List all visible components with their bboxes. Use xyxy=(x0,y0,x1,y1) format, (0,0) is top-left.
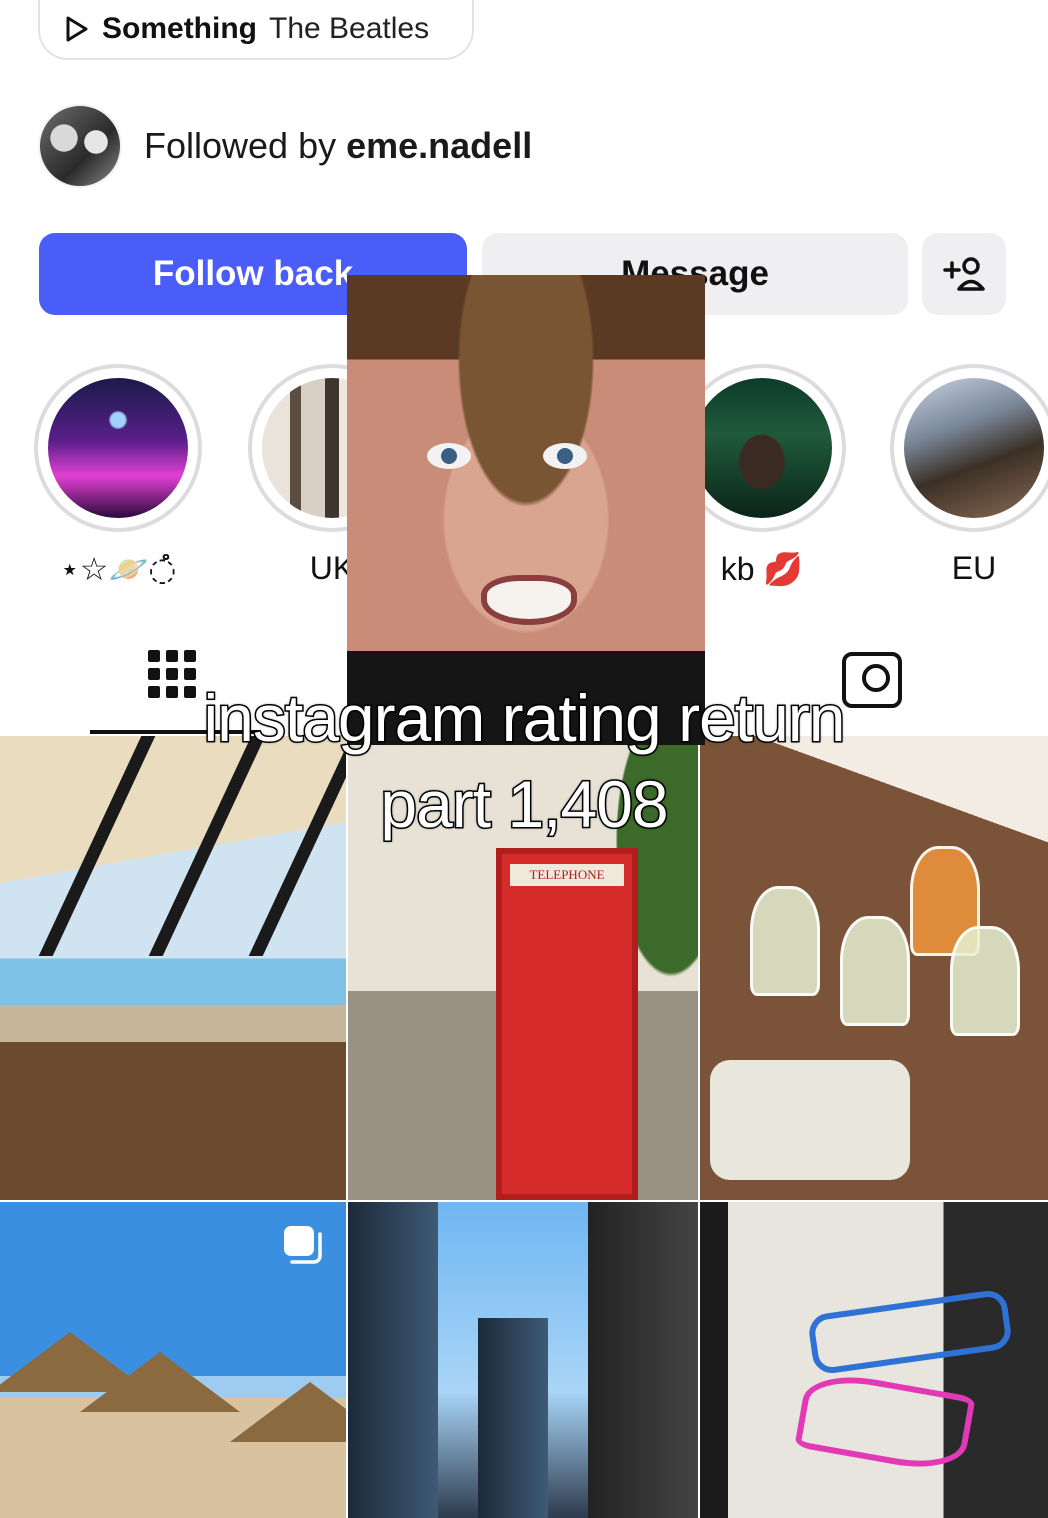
song-artist: The Beatles xyxy=(269,12,430,45)
add-user-icon xyxy=(943,257,985,291)
follower-avatar xyxy=(38,104,122,188)
overlay-caption-line-2: part 1,408 xyxy=(379,766,670,843)
song-title: Something xyxy=(102,12,257,45)
highlight-label-1: ⋆☆🪐◌ໍ xyxy=(59,551,177,587)
follower-username[interactable]: eme.nadell xyxy=(346,125,532,166)
creator-overlay xyxy=(347,275,705,745)
highlight-cover-4 xyxy=(904,378,1044,518)
overlay-caption-line-1: instagram rating return xyxy=(202,680,847,757)
followed-by-prefix: Followed by xyxy=(144,125,347,166)
grid-post-6[interactable] xyxy=(700,1202,1048,1518)
grid-post-5[interactable] xyxy=(348,1202,698,1518)
highlight-label-4: EU xyxy=(951,550,997,586)
highlight-4[interactable]: EU xyxy=(890,364,1048,587)
highlight-1[interactable]: ⋆☆🪐◌ໍ xyxy=(34,364,202,588)
highlight-cover-3 xyxy=(692,378,832,518)
highlight-cover-1 xyxy=(48,378,188,518)
followed-by-row[interactable]: Followed by eme.nadell xyxy=(38,104,532,188)
telephone-booth: TELEPHONE xyxy=(496,848,638,1200)
grid-post-4[interactable] xyxy=(0,1202,346,1518)
carousel-icon xyxy=(284,1226,322,1264)
booth-sign: TELEPHONE xyxy=(510,864,624,886)
followed-by-text: Followed by eme.nadell xyxy=(144,125,532,167)
play-icon xyxy=(66,16,88,42)
add-user-button[interactable] xyxy=(922,233,1006,315)
music-pill[interactable]: Something The Beatles xyxy=(38,0,474,60)
